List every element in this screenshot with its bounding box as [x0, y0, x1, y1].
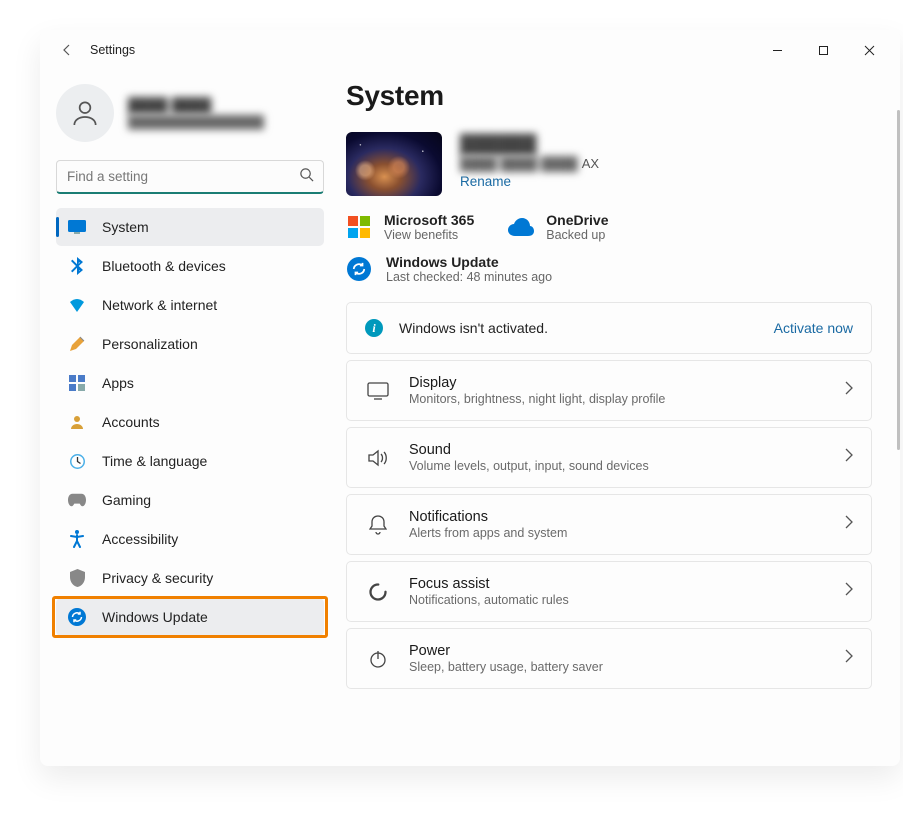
- sidebar-item-label: Privacy & security: [102, 570, 213, 586]
- rename-link[interactable]: Rename: [460, 174, 599, 189]
- sidebar-item-label: Windows Update: [102, 609, 208, 625]
- onedrive-title: OneDrive: [546, 212, 608, 228]
- sidebar-item-label: Accounts: [102, 414, 160, 430]
- chevron-right-icon: [845, 381, 853, 400]
- activate-link[interactable]: Activate now: [774, 320, 853, 336]
- gaming-icon: [68, 491, 86, 509]
- accessibility-icon: [68, 530, 86, 548]
- sidebar-item-bluetooth[interactable]: Bluetooth & devices: [56, 247, 324, 285]
- main-content: System ██████ ████ ████ ████ AX Rename M…: [340, 70, 900, 766]
- setting-title: Sound: [409, 442, 827, 458]
- chevron-right-icon: [845, 515, 853, 534]
- ms365-icon: [346, 214, 372, 240]
- setting-sound[interactable]: Sound Volume levels, output, input, soun…: [346, 427, 872, 488]
- sidebar-item-system[interactable]: System: [56, 208, 324, 246]
- update-title: Windows Update: [386, 254, 552, 270]
- power-icon: [365, 650, 391, 668]
- sidebar-item-personalization[interactable]: Personalization: [56, 325, 324, 363]
- sidebar-item-accounts[interactable]: Accounts: [56, 403, 324, 441]
- update-sub: Last checked: 48 minutes ago: [386, 270, 552, 284]
- system-icon: [68, 218, 86, 236]
- network-icon: [68, 296, 86, 314]
- setting-focus-assist[interactable]: Focus assist Notifications, automatic ru…: [346, 561, 872, 622]
- device-thumbnail[interactable]: [346, 132, 442, 196]
- setting-sub: Volume levels, output, input, sound devi…: [409, 459, 827, 473]
- titlebar: Settings: [40, 30, 900, 70]
- sidebar-item-gaming[interactable]: Gaming: [56, 481, 324, 519]
- sidebar-item-label: Time & language: [102, 453, 207, 469]
- page-title: System: [346, 80, 872, 112]
- update-icon: [68, 608, 86, 626]
- display-icon: [365, 382, 391, 400]
- onedrive-card[interactable]: OneDrive Backed up: [508, 212, 608, 242]
- setting-sub: Alerts from apps and system: [409, 526, 827, 540]
- app-title: Settings: [90, 43, 135, 57]
- setting-title: Notifications: [409, 509, 827, 525]
- notifications-icon: [365, 515, 391, 535]
- device-section: ██████ ████ ████ ████ AX Rename: [346, 132, 872, 196]
- setting-sub: Sleep, battery usage, battery saver: [409, 660, 827, 674]
- sound-icon: [365, 449, 391, 467]
- nav: System Bluetooth & devices Network & int…: [56, 208, 324, 636]
- ms365-title: Microsoft 365: [384, 212, 474, 228]
- notice-text: Windows isn't activated.: [399, 320, 548, 336]
- bluetooth-icon: [68, 257, 86, 275]
- apps-icon: [68, 374, 86, 392]
- setting-title: Focus assist: [409, 576, 827, 592]
- sidebar-item-label: Bluetooth & devices: [102, 258, 226, 274]
- sidebar-item-windows-update[interactable]: Windows Update: [56, 598, 324, 636]
- minimize-button[interactable]: [754, 34, 800, 66]
- setting-sub: Monitors, brightness, night light, displ…: [409, 392, 827, 406]
- onedrive-icon: [508, 214, 534, 240]
- accounts-icon: [68, 413, 86, 431]
- onedrive-sub: Backed up: [546, 228, 608, 242]
- avatar: [56, 84, 114, 142]
- chevron-right-icon: [845, 582, 853, 601]
- sidebar-item-label: Gaming: [102, 492, 151, 508]
- search-input[interactable]: [56, 160, 324, 194]
- profile-email: ████████████████: [128, 115, 264, 129]
- chevron-right-icon: [845, 649, 853, 668]
- sidebar-item-accessibility[interactable]: Accessibility: [56, 520, 324, 558]
- sidebar-item-apps[interactable]: Apps: [56, 364, 324, 402]
- setting-sub: Notifications, automatic rules: [409, 593, 827, 607]
- privacy-icon: [68, 569, 86, 587]
- device-model: ████ ████ ████: [460, 156, 578, 171]
- activation-notice[interactable]: i Windows isn't activated. Activate now: [346, 302, 872, 354]
- sidebar-item-label: Accessibility: [102, 531, 178, 547]
- setting-power[interactable]: Power Sleep, battery usage, battery save…: [346, 628, 872, 689]
- sidebar-item-label: Apps: [102, 375, 134, 391]
- settings-window: Settings ████ ████ ████████████████: [40, 30, 900, 766]
- maximize-button[interactable]: [800, 34, 846, 66]
- sidebar-item-label: Network & internet: [102, 297, 217, 313]
- back-button[interactable]: [58, 41, 76, 59]
- device-model-suffix: AX: [582, 156, 599, 171]
- focus-icon: [365, 583, 391, 601]
- ms365-sub: View benefits: [384, 228, 474, 242]
- setting-display[interactable]: Display Monitors, brightness, night ligh…: [346, 360, 872, 421]
- sidebar: ████ ████ ████████████████ System Blueto…: [40, 70, 340, 766]
- close-button[interactable]: [846, 34, 892, 66]
- sidebar-item-label: System: [102, 219, 149, 235]
- setting-notifications[interactable]: Notifications Alerts from apps and syste…: [346, 494, 872, 555]
- info-icon: i: [365, 319, 383, 337]
- windows-update-card[interactable]: Windows Update Last checked: 48 minutes …: [346, 254, 872, 284]
- sidebar-item-network[interactable]: Network & internet: [56, 286, 324, 324]
- sidebar-item-privacy[interactable]: Privacy & security: [56, 559, 324, 597]
- search-icon: [299, 167, 314, 187]
- chevron-right-icon: [845, 448, 853, 467]
- profile-card[interactable]: ████ ████ ████████████████: [56, 80, 324, 160]
- sidebar-item-time[interactable]: Time & language: [56, 442, 324, 480]
- sidebar-item-label: Personalization: [102, 336, 198, 352]
- personalize-icon: [68, 335, 86, 353]
- ms365-card[interactable]: Microsoft 365 View benefits: [346, 212, 474, 242]
- update-status-icon: [346, 256, 372, 282]
- profile-name: ████ ████: [128, 97, 264, 113]
- setting-title: Power: [409, 643, 827, 659]
- time-icon: [68, 452, 86, 470]
- setting-title: Display: [409, 375, 827, 391]
- device-name: ██████: [460, 134, 599, 155]
